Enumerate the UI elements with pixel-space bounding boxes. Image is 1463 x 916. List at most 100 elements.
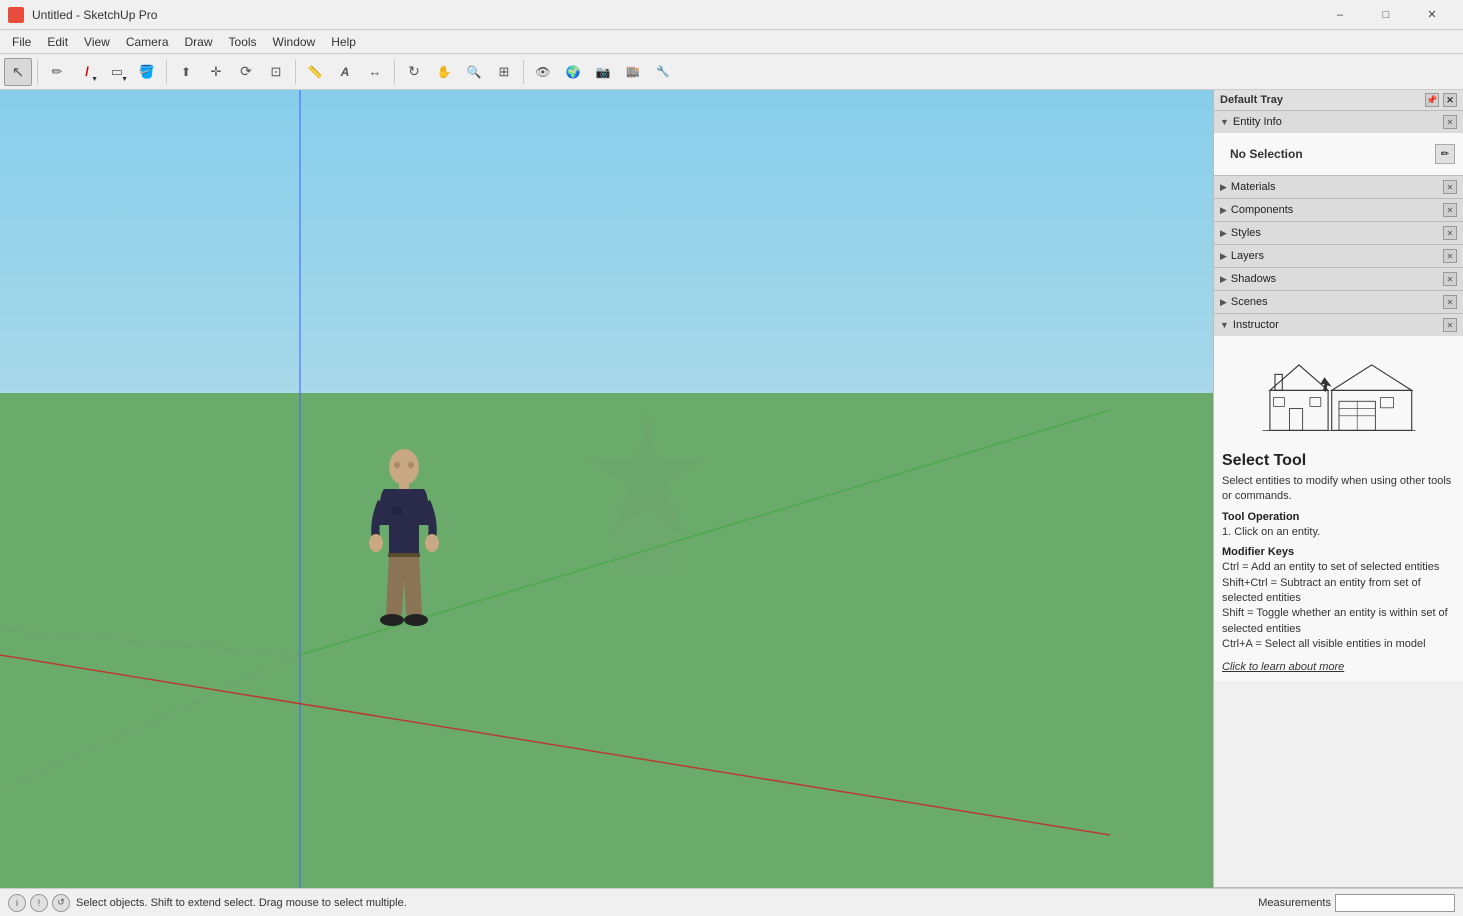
lookaround-tool-button[interactable]: 👁 [529,58,557,86]
sky [0,90,1213,393]
components-header[interactable]: ▶ Components ✕ [1214,199,1463,221]
shape-tool-button[interactable]: ▭ ▼ [103,58,131,86]
components-close[interactable]: ✕ [1443,203,1457,217]
viewport[interactable] [0,90,1213,888]
right-panel: Default Tray 📌 ✕ ▼ Entity Info ✕ No Sele… [1213,90,1463,888]
scenes-header[interactable]: ▶ Scenes ✕ [1214,291,1463,313]
entity-info-row: No Selection ✏ [1222,141,1455,167]
move-tool-button[interactable]: ✛ [202,58,230,86]
instructor-learn-more[interactable]: Click to learn about more [1222,661,1455,673]
human-figure [364,445,444,665]
orbit-tool-button[interactable]: ↻ [400,58,428,86]
shadows-label: Shadows [1231,273,1276,285]
rotate-tool-button[interactable]: ⟳ [232,58,260,86]
status-icon-undo[interactable]: ↺ [52,894,70,912]
menu-help[interactable]: Help [323,33,364,51]
maximize-button[interactable]: □ [1363,0,1409,30]
move-icon: ✛ [211,64,222,80]
layers-panel: ▶ Layers ✕ [1214,245,1463,268]
styles-panel: ▶ Styles ✕ [1214,222,1463,245]
line-tool-button[interactable]: / ▼ [73,58,101,86]
pencil-tool-button[interactable] [43,58,71,86]
menu-tools[interactable]: Tools [221,33,265,51]
titlebar: Untitled - SketchUp Pro – □ ✕ [0,0,1463,30]
entity-info-header-left: ▼ Entity Info [1220,116,1282,128]
status-icon-warning[interactable]: ! [30,894,48,912]
menubar: File Edit View Camera Draw Tools Window … [0,30,1463,54]
scenes-arrow: ▶ [1220,297,1227,308]
lookaround-icon: 👁 [535,65,550,79]
materials-header[interactable]: ▶ Materials ✕ [1214,176,1463,198]
extension-icon: 🔧 [656,65,670,78]
menu-draw[interactable]: Draw [177,33,221,51]
instructor-modifier-4: Ctrl+A = Select all visible entities in … [1222,637,1455,652]
minimize-button[interactable]: – [1317,0,1363,30]
instructor-scroll[interactable]: Select Tool Select entities to modify wh… [1214,336,1463,681]
materials-arrow: ▶ [1220,182,1227,193]
zoomext-icon: ⊞ [499,64,510,80]
instructor-close[interactable]: ✕ [1443,318,1457,332]
addlocation-tool-button[interactable]: 🌍 [559,58,587,86]
tray-pin-button[interactable]: 📌 [1425,93,1439,107]
close-button[interactable]: ✕ [1409,0,1455,30]
select-icon [12,63,25,81]
tray-controls: 📌 ✕ [1425,93,1457,107]
menu-file[interactable]: File [4,33,39,51]
titlebar-left: Untitled - SketchUp Pro [8,7,157,23]
materials-panel: ▶ Materials ✕ [1214,176,1463,199]
instructor-tool-title: Select Tool [1222,452,1455,470]
no-selection-label: No Selection [1222,141,1311,167]
menu-window[interactable]: Window [265,33,324,51]
instructor-header-left: ▼ Instructor [1220,319,1279,331]
entity-info-header[interactable]: ▼ Entity Info ✕ [1214,111,1463,133]
materials-header-left: ▶ Materials [1220,181,1276,193]
zoom-tool-button[interactable]: 🔍 [460,58,488,86]
scale-tool-button[interactable]: ⊡ [262,58,290,86]
pushrpull-tool-button[interactable]: ⬆ [172,58,200,86]
shadows-arrow: ▶ [1220,274,1227,285]
entity-info-arrow: ▼ [1220,117,1229,127]
styles-header[interactable]: ▶ Styles ✕ [1214,222,1463,244]
scenes-close[interactable]: ✕ [1443,295,1457,309]
styles-header-left: ▶ Styles [1220,227,1261,239]
pushpull-icon: ⬆ [181,65,191,79]
shadows-close[interactable]: ✕ [1443,272,1457,286]
menu-view[interactable]: View [76,33,118,51]
components-arrow: ▶ [1220,205,1227,216]
components-label: Components [1231,204,1293,216]
tray-close-button[interactable]: ✕ [1443,93,1457,107]
select-tool-button[interactable] [4,58,32,86]
zoom-icon: 🔍 [467,65,482,79]
measurements-area: Measurements [1258,894,1455,912]
paint-tool-button[interactable]: 🪣 [133,58,161,86]
default-tray-header: Default Tray 📌 ✕ [1214,90,1463,111]
zoomext-tool-button[interactable]: ⊞ [490,58,518,86]
location-icon: 🌍 [566,65,581,79]
menu-edit[interactable]: Edit [39,33,76,51]
tape-tool-button[interactable]: 📏 [301,58,329,86]
text-tool-button[interactable]: A [331,58,359,86]
entity-info-edit-button[interactable]: ✏ [1435,144,1455,164]
getphoto-tool-button[interactable]: 📷 [589,58,617,86]
menu-camera[interactable]: Camera [118,33,177,51]
orbit-icon: ↻ [408,63,420,80]
instructor-body: Select Tool Select entities to modify wh… [1214,336,1463,681]
shadows-panel: ▶ Shadows ✕ [1214,268,1463,291]
materials-close[interactable]: ✕ [1443,180,1457,194]
pan-tool-button[interactable]: ✋ [430,58,458,86]
3dwarehouse-tool-button[interactable]: 🏬 [619,58,647,86]
entity-info-close[interactable]: ✕ [1443,115,1457,129]
layers-close[interactable]: ✕ [1443,249,1457,263]
tape-icon: 📏 [308,65,323,79]
status-icon-info[interactable]: i [8,894,26,912]
extension-tool-button[interactable]: 🔧 [649,58,677,86]
dim-tool-button[interactable]: ↔ [361,58,389,86]
layers-header[interactable]: ▶ Layers ✕ [1214,245,1463,267]
toolbar-sep-4 [394,60,395,84]
shadows-header[interactable]: ▶ Shadows ✕ [1214,268,1463,290]
styles-close[interactable]: ✕ [1443,226,1457,240]
instructor-header[interactable]: ▼ Instructor ✕ [1214,314,1463,336]
app-icon [8,7,24,23]
paint-icon: 🪣 [139,64,155,80]
measurements-input[interactable] [1335,894,1455,912]
